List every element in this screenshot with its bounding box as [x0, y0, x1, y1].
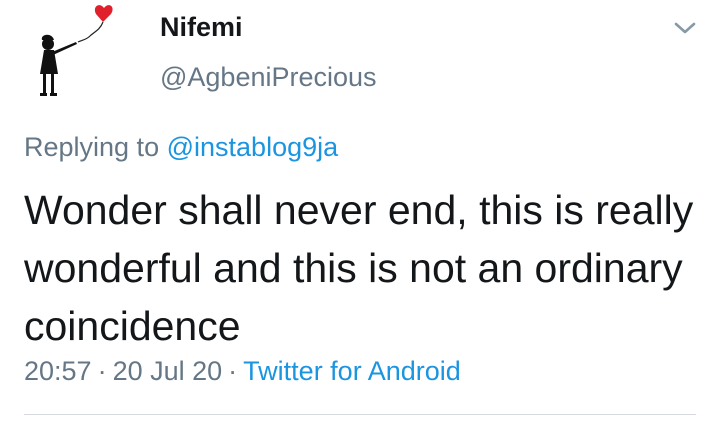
replying-to-line: Replying to @instablog9ja [24, 132, 338, 163]
chevron-down-icon[interactable] [672, 18, 698, 38]
meta-separator: · [228, 356, 238, 386]
author-name[interactable]: Nifemi [160, 12, 243, 43]
tweet-source-link[interactable]: Twitter for Android [243, 356, 461, 386]
girl-with-balloon-icon [40, 5, 113, 96]
divider [24, 414, 696, 415]
author-handle[interactable]: @AgbeniPrecious [160, 62, 377, 93]
replying-to-handle-link[interactable]: @instablog9ja [167, 132, 339, 162]
meta-separator: · [97, 356, 107, 386]
avatar[interactable] [22, 0, 122, 106]
tweet-date[interactable]: 20 Jul 20 [113, 356, 223, 386]
replying-to-label: Replying to [24, 132, 160, 162]
tweet-meta: 20:57 · 20 Jul 20 · Twitter for Android [24, 356, 461, 387]
tweet-time[interactable]: 20:57 [24, 356, 92, 386]
tweet-text: Wonder shall never end, this is really w… [24, 187, 694, 349]
